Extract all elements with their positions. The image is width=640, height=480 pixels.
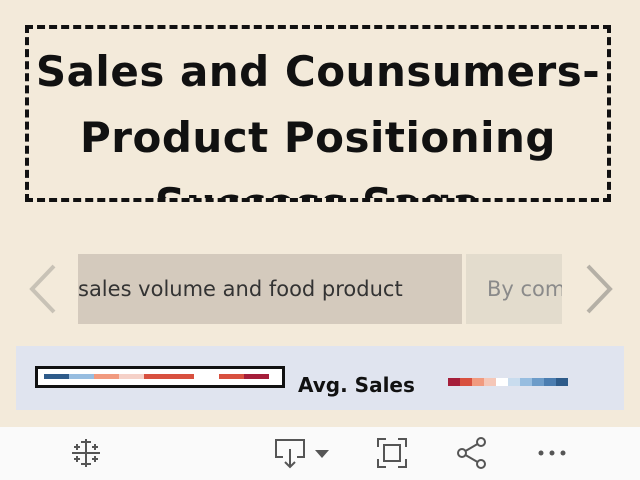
legend-swatch <box>94 374 119 379</box>
color-legend-band: Avg. Sales <box>16 346 624 410</box>
dashboard-title-box: Sales and Counsumers- Product Positionin… <box>25 25 611 202</box>
legend-swatch <box>169 374 194 379</box>
legend-scale-step <box>460 378 472 386</box>
legend-swatch <box>44 374 69 379</box>
legend-scale-step <box>556 378 568 386</box>
legend-color-scale <box>448 378 568 386</box>
legend-swatch <box>194 374 219 379</box>
story-point-active[interactable]: sales volume and food product <box>78 254 462 324</box>
legend-swatch <box>244 374 269 379</box>
tableau-logo-button[interactable] <box>68 435 104 471</box>
more-icon <box>538 450 566 456</box>
legend-scale-step <box>448 378 460 386</box>
legend-label: Avg. Sales <box>298 373 415 397</box>
chevron-left-icon <box>29 264 56 314</box>
legend-scale-step <box>472 378 484 386</box>
legend-scale-step <box>532 378 544 386</box>
legend-swatches <box>44 374 269 379</box>
legend-scale-step <box>496 378 508 386</box>
legend-scale-step <box>520 378 532 386</box>
legend-swatch <box>69 374 94 379</box>
dashboard-title: Sales and Counsumers- Product Positionin… <box>35 47 601 198</box>
download-button[interactable] <box>272 435 334 471</box>
previous-story-point-button[interactable] <box>28 262 58 316</box>
share-button[interactable] <box>454 435 490 471</box>
story-point-next[interactable]: By com <box>466 254 562 324</box>
legend-scale-step <box>508 378 520 386</box>
story-point-label: By com <box>487 277 562 301</box>
fullscreen-icon <box>377 438 407 468</box>
legend-swatch <box>219 374 244 379</box>
story-point-label: sales volume and food product <box>78 277 403 301</box>
legend-swatch <box>119 374 144 379</box>
tableau-logo-icon <box>72 439 100 467</box>
bottom-toolbar <box>0 427 640 480</box>
share-icon <box>457 437 486 469</box>
fullscreen-button[interactable] <box>374 435 410 471</box>
legend-scale-step <box>484 378 496 386</box>
next-story-point-button[interactable] <box>584 262 614 316</box>
more-options-button[interactable] <box>534 435 570 471</box>
download-icon <box>275 439 329 469</box>
legend-swatch <box>144 374 169 379</box>
color-legend-selected[interactable] <box>35 366 285 388</box>
legend-scale-step <box>544 378 556 386</box>
story-navigator: sales volume and food product By com <box>78 254 562 324</box>
chevron-right-icon <box>586 264 613 314</box>
